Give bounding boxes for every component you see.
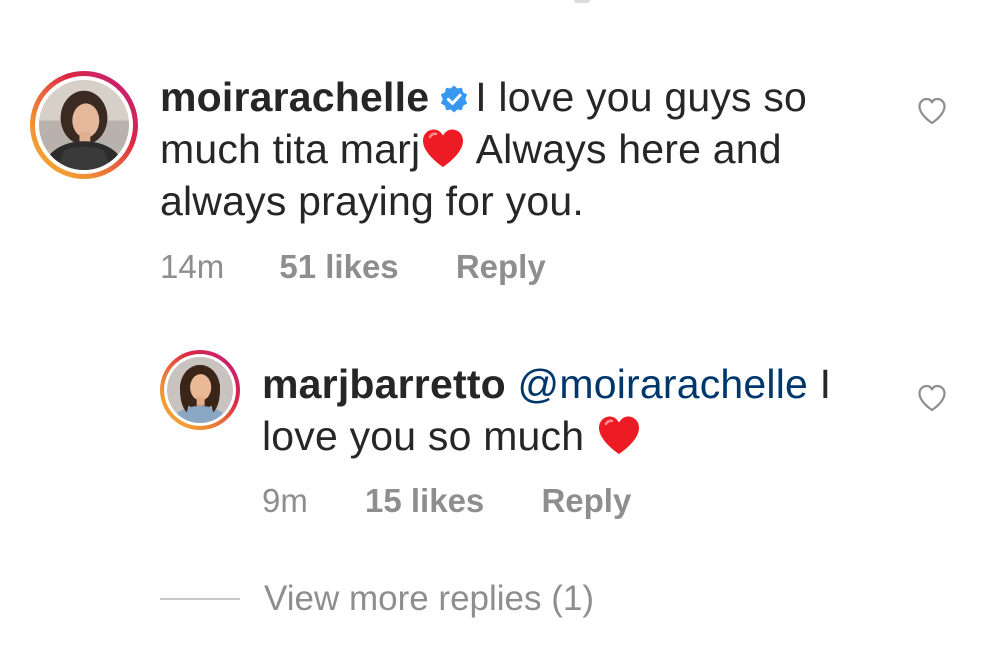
comment-time: 14m <box>160 248 225 285</box>
comment-time: 9m <box>262 482 308 519</box>
verified-badge-icon <box>439 84 469 114</box>
heart-outline-icon[interactable] <box>917 384 947 412</box>
comment-body: moirarachelle I love you guys so much tit… <box>160 71 880 227</box>
reply-body: marjbarretto @moirarachelle I love you s… <box>262 358 882 462</box>
comment-meta: 14m 51 likes Reply <box>160 248 546 286</box>
mention-link[interactable]: @moirarachelle <box>518 361 809 407</box>
view-more-replies-button[interactable]: View more replies (1) <box>160 578 594 620</box>
username[interactable]: moirarachelle <box>160 74 429 120</box>
avatar-moirarachelle[interactable] <box>30 71 138 179</box>
reply-button[interactable]: Reply <box>456 248 546 286</box>
heart-outline-icon[interactable] <box>917 97 947 125</box>
username[interactable]: marjbarretto <box>262 361 506 407</box>
avatar-marjbarretto[interactable] <box>160 350 240 430</box>
reply-button[interactable]: Reply <box>541 482 631 520</box>
likes-count[interactable]: 15 likes <box>365 482 484 520</box>
divider-line <box>160 598 240 600</box>
red-heart-emoji <box>596 414 642 456</box>
red-heart-emoji <box>420 127 466 169</box>
avatar-photo <box>167 357 233 423</box>
scroll-edge-marker <box>574 0 590 3</box>
likes-count[interactable]: 51 likes <box>279 248 398 286</box>
view-more-replies-label: View more replies (1) <box>264 579 595 618</box>
avatar-photo <box>39 80 129 170</box>
reply-meta: 9m 15 likes Reply <box>262 482 631 520</box>
